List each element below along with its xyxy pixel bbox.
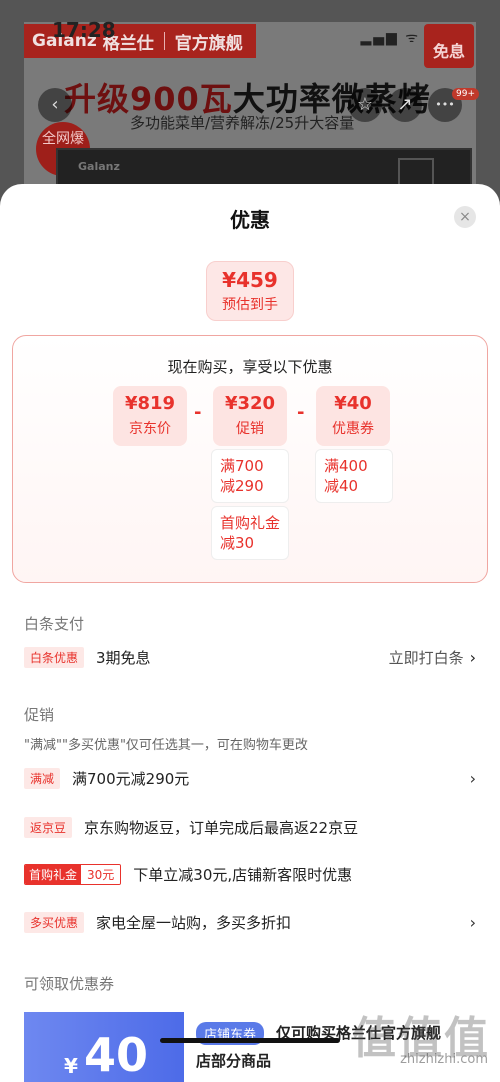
device-logo: Galanz (78, 160, 120, 173)
jd-price-value: ¥819 (124, 393, 176, 414)
promo-detail-card: 满700 减290 (211, 449, 289, 503)
baitiao-section-title: 白条支付 (24, 615, 85, 633)
minus-sign: - (297, 402, 305, 423)
coupon-detail-line1: 满400 (324, 457, 368, 475)
coupon-detail-line2: 减40 (324, 477, 359, 495)
promo-detail-line2: 减30 (220, 534, 255, 552)
coupon-pill: ¥40 优惠券 (316, 386, 390, 446)
back-icon[interactable]: ‹ (38, 88, 72, 122)
promo-row[interactable]: 满减 满700元减290元 › (24, 766, 476, 790)
favorite-icon[interactable]: ☆ (348, 88, 382, 122)
microwave-image: Galanz (56, 148, 472, 194)
baitiao-row[interactable]: 白条优惠 3期免息 立即打白条 › (24, 645, 476, 669)
first-purchase-tag: 首购礼金 30元 (24, 863, 122, 885)
baitiao-action[interactable]: 立即打白条 (389, 647, 464, 668)
chevron-right-icon: › (469, 647, 476, 667)
promo-text: 下单立减30元,店铺新客限时优惠 (133, 865, 353, 884)
minus-sign: - (194, 402, 202, 423)
promo-tag: 多买优惠 (24, 911, 85, 933)
coupon-currency: ¥ (64, 1054, 78, 1078)
coupon-amount: 40 (84, 1028, 149, 1082)
promo-tag: 返京豆 (24, 816, 73, 838)
notification-badge: 99+ (452, 88, 479, 100)
coupons-section-title: 可领取优惠券 (24, 975, 115, 993)
discount-sheet: 优惠 × ¥459 预估到手 现在购买，享受以下优惠 ¥819 京东价 - ¥3… (0, 184, 500, 1082)
status-time: 17:28 (52, 18, 116, 42)
share-icon[interactable]: ↗ (388, 88, 422, 122)
chevron-right-icon: › (469, 768, 476, 788)
store-label: 官方旗舰 (174, 33, 243, 54)
promo-pill: ¥320 促销 (213, 386, 287, 446)
promo-note: "满减""多买优惠"仅可任选其一，可在购物车更改 (24, 738, 308, 753)
jd-price-pill: ¥819 京东价 (113, 386, 187, 446)
product-subline: 多功能菜单/营养解冻/25升大容量 (130, 114, 355, 132)
baitiao-text: 3期免息 (96, 648, 151, 667)
coupon-label: 优惠券 (332, 421, 374, 437)
promo-detail-card: 首购礼金 减30 (211, 506, 289, 560)
jd-price-label: 京东价 (129, 421, 171, 437)
coupon-card[interactable]: ¥ 40 (24, 1012, 184, 1082)
promo-text: 家电全屋一站购，多买多折扣 (96, 913, 292, 932)
brand-divider (163, 32, 165, 50)
promo-text: 满700元减290元 (72, 769, 190, 788)
promo-detail-line1: 满700 (220, 457, 264, 475)
home-indicator[interactable] (160, 1038, 340, 1043)
estimated-price-value: ¥459 (222, 268, 278, 292)
status-signal-icon: ▂▄▆ ᯤ (360, 30, 420, 46)
promo-detail-line1: 首购礼金 (220, 514, 281, 532)
promo-tag: 满减 (24, 767, 61, 789)
close-icon[interactable]: × (454, 206, 476, 228)
coupon-value: ¥40 (334, 393, 372, 414)
estimated-price: ¥459 预估到手 (206, 261, 294, 321)
price-breakdown: 现在购买，享受以下优惠 ¥819 京东价 - ¥320 促销 - ¥40 优惠券… (12, 335, 488, 583)
promo-row[interactable]: 多买优惠 家电全屋一站购，多买多折扣 › (24, 910, 476, 934)
coupon-description-2: 店部分商品 (196, 1052, 272, 1070)
estimated-price-label: 预估到手 (222, 297, 278, 313)
sheet-title: 优惠 (230, 208, 270, 232)
breakdown-heading: 现在购买，享受以下优惠 (167, 358, 333, 376)
promo-detail-line2: 减290 (220, 477, 264, 495)
free-interest-badge: 免息 (424, 24, 474, 68)
promo-section-title: 促销 (24, 706, 55, 724)
promo-text: 京东购物返豆，订单完成后最高返22京豆 (84, 818, 359, 837)
promo-label: 促销 (236, 421, 264, 437)
chevron-right-icon: › (469, 912, 476, 932)
coupon-detail-card: 满400 减40 (315, 449, 393, 503)
promo-row[interactable]: 首购礼金 30元 下单立减30元,店铺新客限时优惠 (24, 862, 476, 886)
watermark-url: zhizhizhi.com (400, 1052, 488, 1067)
promo-value: ¥320 (224, 393, 276, 414)
baitiao-tag: 白条优惠 (24, 646, 85, 668)
promo-row[interactable]: 返京豆 京东购物返豆，订单完成后最高返22京豆 (24, 815, 476, 839)
first-purchase-tag-amount: 30元 (81, 864, 121, 884)
first-purchase-tag-label: 首购礼金 (25, 864, 82, 884)
